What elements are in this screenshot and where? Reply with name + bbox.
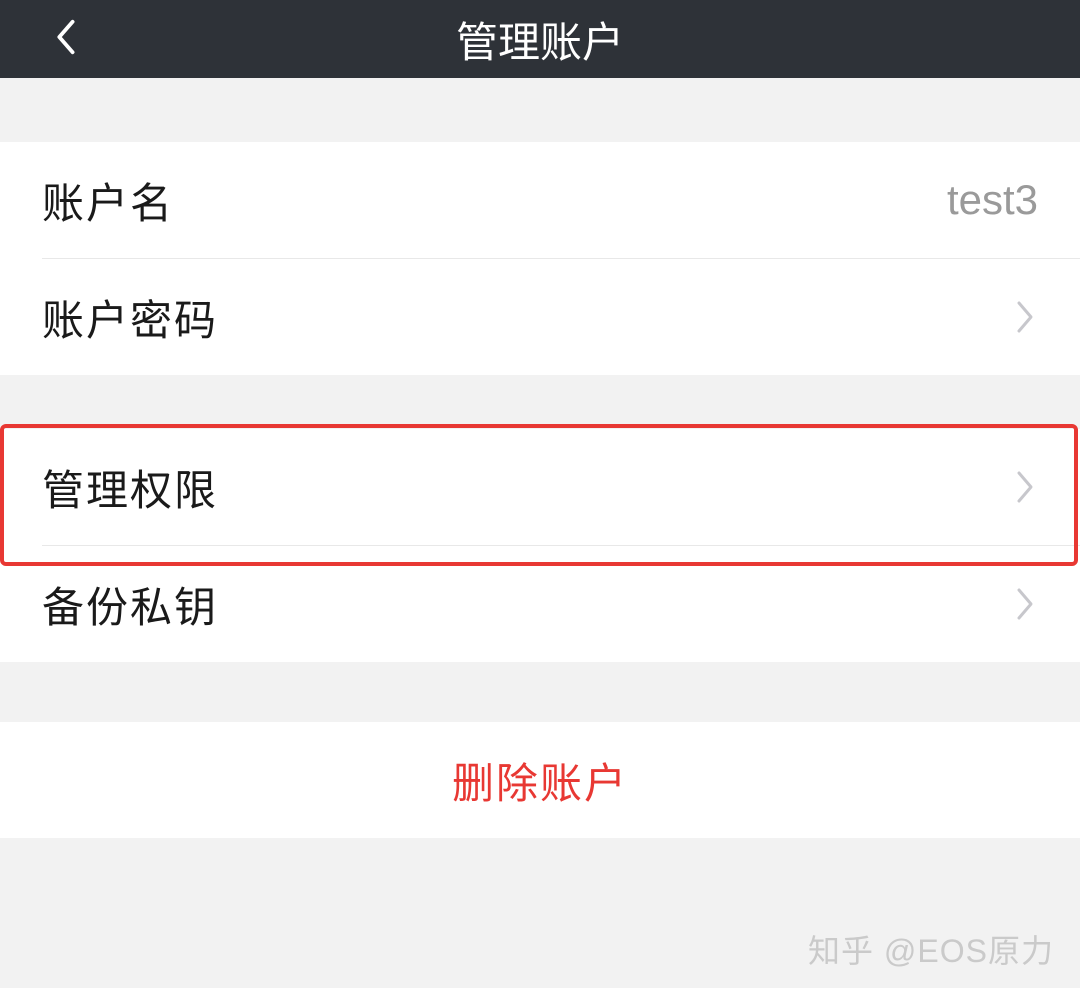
header-bar: 管理账户 xyxy=(0,0,1080,78)
backup-private-key-row[interactable]: 备份私钥 xyxy=(0,546,1080,662)
account-name-row: 账户名 test3 xyxy=(0,142,1080,258)
account-name-label: 账户名 xyxy=(42,170,174,231)
account-password-label: 账户密码 xyxy=(42,287,218,348)
watermark: 知乎 @EOS原力 xyxy=(808,926,1054,972)
backup-private-key-label: 备份私钥 xyxy=(42,574,218,635)
manage-permissions-row[interactable]: 管理权限 xyxy=(0,429,1080,545)
back-button[interactable] xyxy=(45,19,85,59)
account-name-value: test3 xyxy=(947,176,1038,224)
chevron-right-icon xyxy=(1012,474,1038,500)
permissions-section: 管理权限 备份私钥 xyxy=(0,429,1080,662)
page-title: 管理账户 xyxy=(456,9,624,70)
account-info-section: 账户名 test3 账户密码 xyxy=(0,142,1080,375)
chevron-right-icon xyxy=(1012,591,1038,617)
chevron-right-icon xyxy=(1012,304,1038,330)
delete-section: 删除账户 xyxy=(0,722,1080,838)
chevron-left-icon xyxy=(53,18,77,61)
manage-permissions-label: 管理权限 xyxy=(42,457,218,518)
delete-account-button[interactable]: 删除账户 xyxy=(0,722,1080,838)
delete-account-label: 删除账户 xyxy=(452,750,628,811)
account-password-row[interactable]: 账户密码 xyxy=(0,259,1080,375)
